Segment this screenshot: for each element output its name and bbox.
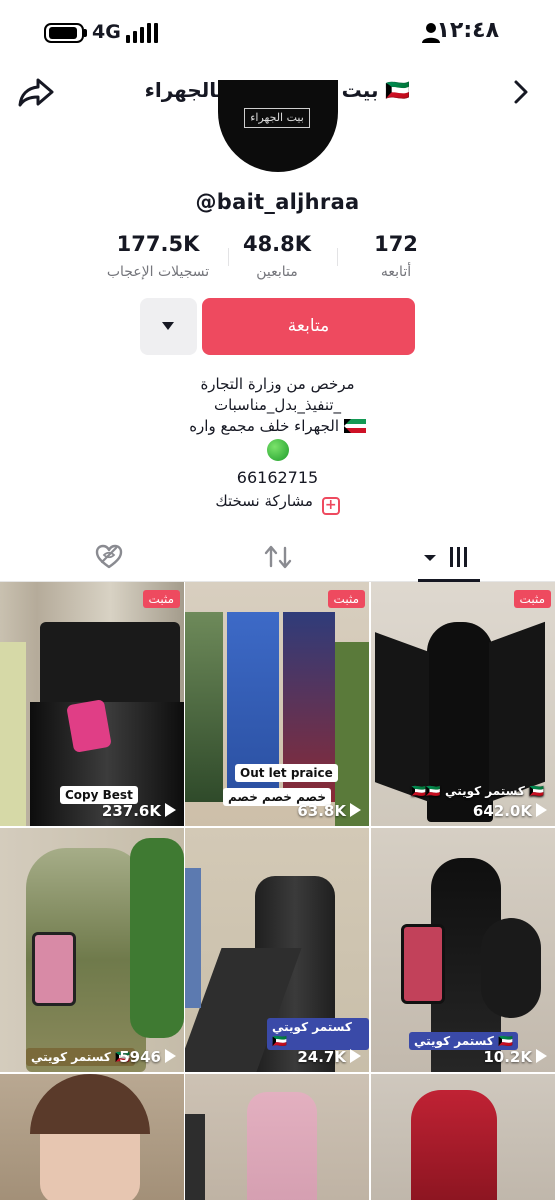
avatar[interactable]: بيت الجهراء (218, 80, 338, 172)
view-count: 237.6K (101, 802, 161, 820)
green-circle-icon (266, 439, 289, 461)
caret-down-icon (162, 322, 174, 330)
dress-cape-left (375, 632, 429, 802)
status-bar: 4G ١٢:٤٨ (0, 0, 555, 62)
play-icon (165, 803, 176, 817)
play-icon (165, 1049, 176, 1063)
dress-bodice (40, 622, 180, 712)
follow-button[interactable]: متابعة (202, 298, 415, 355)
video-caption: Out let praice (235, 764, 338, 782)
play-icon (536, 1049, 547, 1063)
avatar-logo-frame: بيت الجهراء (244, 108, 310, 128)
suggestions-dropdown-button[interactable] (140, 298, 197, 355)
tab-liked[interactable] (0, 536, 185, 582)
dress-pink (247, 1092, 317, 1200)
bio-line-3: الجهراء خلف مجمع واره (189, 417, 339, 435)
video-caption: كستمر كويتي 🇰🇼 (267, 1018, 369, 1050)
bio-green-dot-row (0, 437, 555, 467)
video-thumbnail[interactable] (371, 1074, 555, 1200)
play-icon (350, 803, 361, 817)
signal-icon (126, 23, 158, 43)
person-arm (185, 1114, 205, 1200)
view-count: 63.8K (297, 802, 346, 820)
share-copy-label: مشاركة نسختك (215, 492, 313, 510)
plant (335, 642, 369, 826)
battery-tip (84, 29, 87, 37)
video-thumbnail[interactable] (0, 1074, 184, 1200)
phone-image (401, 924, 445, 1004)
view-count-row: 642.0K (473, 802, 547, 820)
bio-line-3-row: الجهراء خلف مجمع واره (0, 416, 555, 437)
dress-cape-right (489, 621, 545, 803)
dress-green (185, 612, 223, 802)
view-count-row: 10.2K (483, 1048, 547, 1066)
video-caption: 🇰🇼🇰🇼 كستمر كويتي 🇰🇼 (410, 784, 544, 798)
battery-icon (44, 23, 84, 43)
view-count: 642.0K (472, 802, 532, 820)
play-icon (350, 1049, 361, 1063)
bio-line-1: مرخص من وزارة التجارة (200, 375, 355, 393)
view-count-row: 63.8K (297, 802, 361, 820)
status-time: ١٢:٤٨ (436, 18, 499, 43)
pinned-badge: مثبت (513, 590, 551, 608)
share-copy-link[interactable]: مشاركة نسختك + (0, 492, 555, 515)
video-thumbnail[interactable]: مثبت Out let praice خصم خصم خصم 63.8K (185, 582, 369, 826)
person-arm (0, 642, 26, 826)
dress-bow (481, 918, 541, 1018)
stat-following-value: 172 (374, 232, 418, 256)
person-arm (185, 868, 201, 1008)
video-grid-icon (424, 547, 467, 567)
stat-following[interactable]: 172 أتابعه (326, 232, 466, 280)
network-type: 4G (92, 21, 121, 43)
username: @bait_aljhraa (195, 190, 360, 214)
view-count-row: 24.7K (297, 1048, 361, 1066)
stat-following-label: أتابعه (380, 264, 412, 280)
tab-videos[interactable] (370, 536, 555, 582)
video-thumbnail[interactable]: مثبت Copy Best 237.6K (0, 582, 184, 826)
add-icon: + (321, 497, 340, 515)
view-count: 5946 (119, 1048, 161, 1066)
video-thumbnail[interactable]: كستمر كويتي 🇰🇼 5946 (0, 828, 184, 1072)
video-thumbnail[interactable]: كستمر كويتي 🇰🇼 24.7K (185, 828, 369, 1072)
dress-red (411, 1090, 497, 1200)
view-count-row: 237.6K (102, 802, 176, 820)
hidden-heart-icon (95, 544, 123, 569)
profile-stats: 177.5K تسجيلات الإعجاب 48.8K متابعين 172… (0, 232, 555, 292)
view-count: 24.7K (297, 1048, 346, 1066)
bio-line-2: تنفيذ_بدل_مناسبات_ (213, 396, 342, 414)
pinned-badge: مثبت (327, 590, 365, 608)
kuwait-flag-icon (343, 419, 366, 433)
plant (130, 838, 184, 1038)
play-icon (536, 803, 547, 817)
video-thumbnail[interactable]: كستمر كويتي 🇰🇼 10.2K (371, 828, 555, 1072)
repost-icon (264, 545, 292, 569)
hair-image (30, 1074, 150, 1134)
phone-image (66, 699, 112, 753)
video-thumbnail[interactable]: مثبت 🇰🇼🇰🇼 كستمر كويتي 🇰🇼 642.0K (371, 582, 555, 826)
view-count-row: 5946 (119, 1048, 176, 1066)
profile-tabs (0, 536, 555, 582)
pinned-badge: مثبت (142, 590, 180, 608)
share-icon[interactable] (18, 76, 54, 108)
tab-reposts[interactable] (185, 536, 370, 582)
chevron-right-icon[interactable] (507, 78, 535, 106)
view-count: 10.2K (483, 1048, 532, 1066)
avatar-logo-text: بيت الجهراء (250, 111, 304, 124)
phone-image (32, 932, 76, 1006)
video-thumbnail[interactable] (185, 1074, 369, 1200)
profile-bio: مرخص من وزارة التجارة تنفيذ_بدل_مناسبات_… (0, 374, 555, 488)
bio-phone: 66162715 (236, 468, 319, 487)
